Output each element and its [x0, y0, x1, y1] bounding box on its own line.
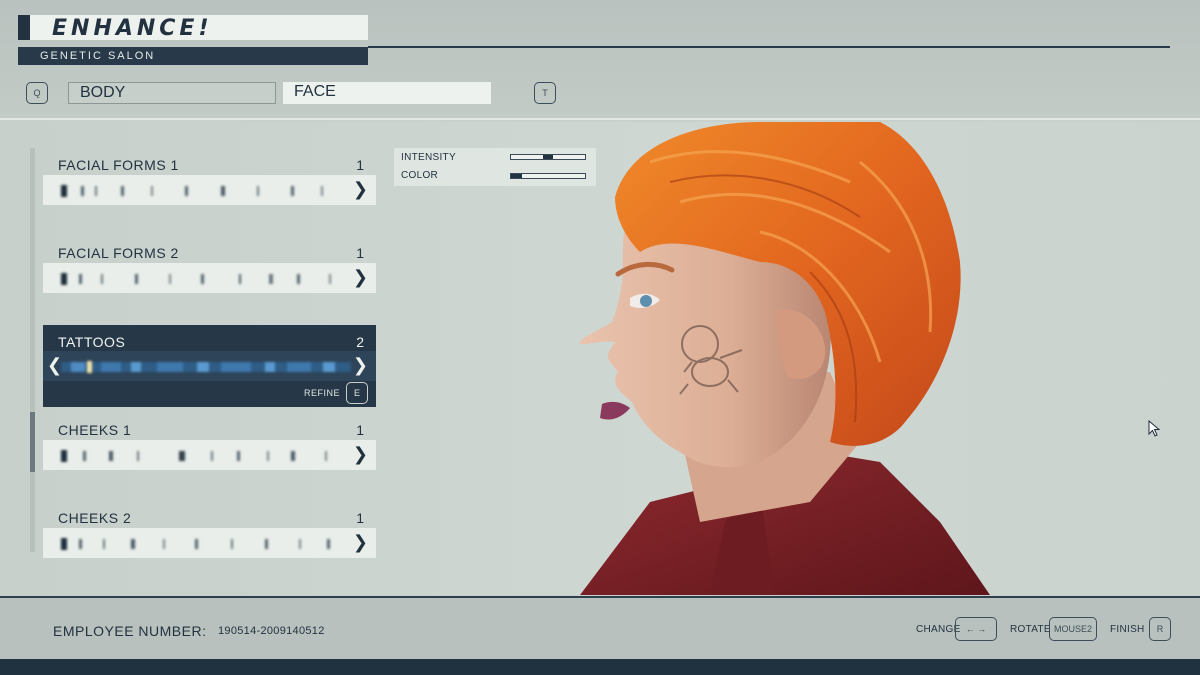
feature-slider[interactable]: ❯	[43, 175, 376, 205]
feature-value: 1	[356, 245, 364, 261]
chevron-right-icon[interactable]: ❯	[353, 267, 368, 288]
list-scrollbar[interactable]	[30, 148, 35, 552]
feature-label: FACIAL FORMS 2	[58, 245, 179, 261]
feature-value: 1	[356, 510, 364, 526]
slider-strip	[61, 450, 327, 462]
header-band: ENHANCE! GENETIC SALON Q BODY FACE T	[0, 0, 1200, 120]
feature-row-cheeks-2[interactable]: CHEEKS 2 1 ❯	[43, 508, 376, 560]
chevron-right-icon[interactable]: ❯	[353, 355, 368, 376]
refine-key[interactable]: E	[346, 382, 368, 404]
header-divider	[368, 46, 1170, 48]
feature-value: 1	[356, 157, 364, 173]
tab-body[interactable]: BODY	[68, 82, 276, 104]
feature-value: 1	[356, 422, 364, 438]
finish-hint-label: FINISH	[1110, 624, 1145, 635]
color-fill	[511, 174, 522, 178]
color-label: COLOR	[401, 170, 439, 181]
mouse-cursor-icon	[1148, 420, 1161, 437]
rotate-key[interactable]: MOUSE2	[1049, 617, 1097, 641]
list-scroll-thumb[interactable]	[30, 412, 35, 472]
chevron-right-icon[interactable]: ❯	[353, 179, 368, 200]
feature-row-facial-forms-1[interactable]: FACIAL FORMS 1 1 ❯	[43, 155, 376, 207]
feature-label: FACIAL FORMS 1	[58, 157, 179, 173]
feature-slider[interactable]: ❯	[43, 263, 376, 293]
employee-number-value: 190514-2009140512	[218, 625, 325, 637]
finish-key[interactable]: R	[1149, 617, 1171, 641]
feature-row-tattoos[interactable]: TATTOOS 2 ❮ ❯ REFINE E	[43, 325, 376, 407]
feature-label: CHEEKS 2	[58, 510, 132, 526]
slider-strip	[61, 538, 330, 550]
feature-label: TATTOOS	[58, 334, 126, 350]
slider-strip	[61, 361, 351, 373]
chevron-right-icon[interactable]: ❯	[353, 532, 368, 553]
title-bar: ENHANCE!	[18, 15, 368, 41]
slider-strip	[61, 273, 331, 285]
bottom-strip	[0, 659, 1200, 675]
intensity-thumb[interactable]	[543, 155, 553, 159]
character-portrait[interactable]	[560, 122, 1020, 595]
intensity-slider[interactable]	[510, 154, 586, 160]
change-hint-label: CHANGE	[916, 624, 961, 635]
chevron-right-icon[interactable]: ❯	[353, 444, 368, 465]
feature-row-cheeks-1[interactable]: CHEEKS 1 1 ❯	[43, 420, 376, 472]
feature-slider[interactable]: ❯	[43, 528, 376, 558]
color-slider[interactable]	[510, 173, 586, 179]
change-key[interactable]: ← →	[955, 617, 997, 641]
chevron-left-icon[interactable]: ❮	[47, 355, 62, 376]
tattoo-tone-panel: INTENSITY COLOR	[394, 148, 596, 186]
feature-value: 2	[356, 334, 364, 350]
page-title: ENHANCE!	[52, 16, 213, 41]
page-subtitle: GENETIC SALON	[40, 50, 156, 62]
feature-label: CHEEKS 1	[58, 422, 132, 438]
next-tab-key[interactable]: T	[534, 82, 556, 104]
intensity-label: INTENSITY	[401, 152, 456, 163]
refine-label: REFINE	[303, 388, 340, 398]
rotate-hint-label: ROTATE	[1010, 624, 1051, 635]
tab-face[interactable]: FACE	[283, 82, 491, 104]
employee-number-label: EMPLOYEE NUMBER:	[53, 623, 207, 639]
feature-slider[interactable]: ❯	[43, 440, 376, 470]
prev-tab-key[interactable]: Q	[26, 82, 48, 104]
feature-row-facial-forms-2[interactable]: FACIAL FORMS 2 1 ❯	[43, 243, 376, 295]
feature-slider[interactable]: ❮ ❯	[43, 351, 376, 381]
subtitle-bar: GENETIC SALON	[18, 47, 368, 65]
footer-bar: EMPLOYEE NUMBER: 190514-2009140512 CHANG…	[0, 596, 1200, 659]
slider-strip	[61, 185, 323, 197]
